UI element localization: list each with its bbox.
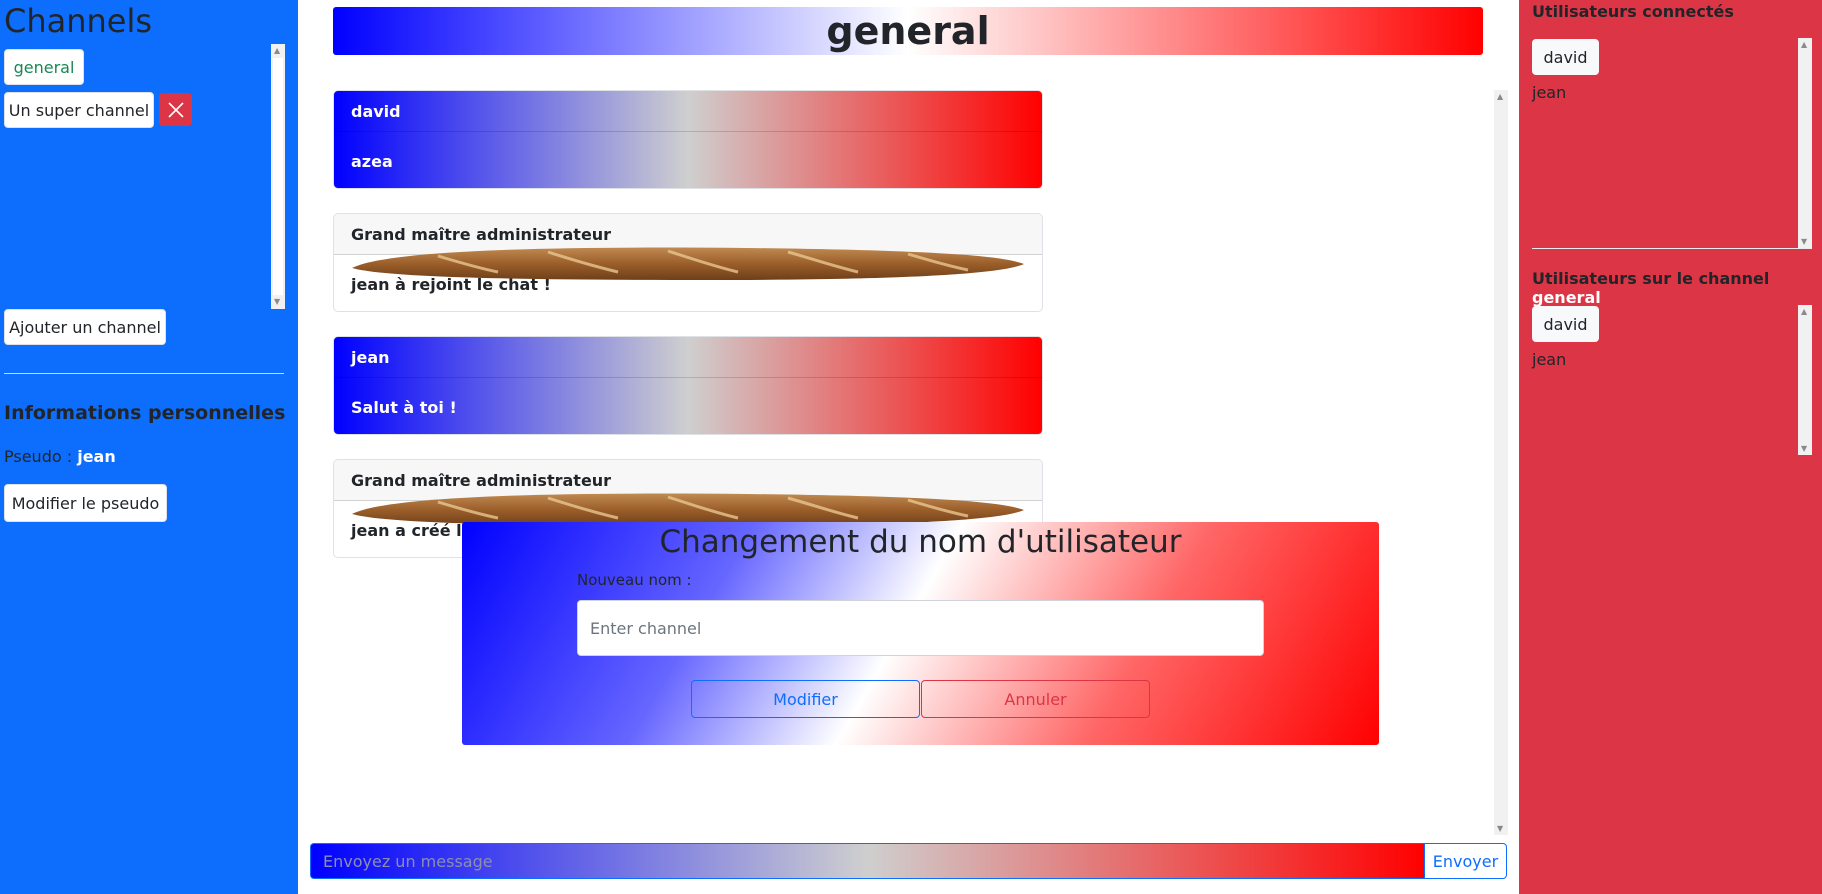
channel-users-scrollbar[interactable]: ▲ ▼: [1798, 305, 1812, 455]
connected-user-item[interactable]: jean: [1532, 83, 1566, 102]
scroll-down-arrow-icon[interactable]: ▼: [1801, 237, 1807, 246]
scroll-up-arrow-icon[interactable]: ▲: [1801, 40, 1807, 49]
message-text: azea: [351, 151, 393, 171]
message-author: jean: [334, 337, 1042, 378]
personal-info-title: Informations personnelles: [4, 402, 286, 424]
users-sidebar: Utilisateurs connectés david jean ▲ ▼ Ut…: [1519, 0, 1822, 894]
cancel-button[interactable]: Annuler: [921, 680, 1150, 718]
channel-user-item[interactable]: jean: [1532, 350, 1566, 369]
channel-user-item[interactable]: david: [1532, 306, 1599, 342]
channel-title-banner: general: [333, 7, 1483, 55]
modify-button[interactable]: Modifier: [691, 680, 920, 718]
scroll-up-arrow-icon[interactable]: ▲: [1801, 307, 1807, 316]
connected-users-scrollbar[interactable]: ▲ ▼: [1798, 38, 1812, 248]
channel-users-title-text: Utilisateurs sur le channel: [1532, 269, 1770, 288]
sidebar-divider: [4, 373, 284, 374]
channel-item-un-super-channel[interactable]: Un super channel: [4, 92, 154, 128]
scrollbar-thumb[interactable]: [273, 58, 283, 295]
close-icon: [167, 101, 184, 118]
message-text: Salut à toi !: [351, 397, 457, 417]
message-input[interactable]: [310, 843, 1424, 879]
pseudo-line: Pseudo : jean: [4, 447, 116, 466]
new-name-input[interactable]: [577, 600, 1264, 656]
send-button[interactable]: Envoyer: [1424, 843, 1507, 879]
delete-channel-button[interactable]: [159, 93, 192, 126]
scroll-down-arrow-icon[interactable]: ▼: [274, 297, 280, 307]
channel-item-general[interactable]: general: [4, 49, 84, 85]
modify-pseudo-button[interactable]: Modifier le pseudo: [4, 484, 167, 522]
scroll-up-arrow-icon[interactable]: ▲: [1497, 92, 1503, 101]
new-name-label: Nouveau nom :: [577, 571, 692, 589]
pseudo-label: Pseudo :: [4, 447, 73, 466]
message-author: david: [334, 91, 1042, 132]
scroll-down-arrow-icon[interactable]: ▼: [1801, 444, 1807, 453]
message-card: jean Salut à toi !: [333, 336, 1043, 435]
channels-title: Channels: [4, 2, 153, 40]
connected-users-list[interactable]: david jean ▲ ▼: [1532, 38, 1812, 248]
modal-title: Changement du nom d'utilisateur: [659, 524, 1182, 560]
channel-users-list[interactable]: david jean ▲ ▼: [1532, 305, 1812, 455]
message-card: Grand maître administrateur jean à rejoi…: [333, 213, 1043, 312]
scroll-up-arrow-icon[interactable]: ▲: [274, 46, 280, 56]
users-divider: [1532, 248, 1812, 249]
baguette-icon: [352, 247, 1024, 280]
connected-users-title: Utilisateurs connectés: [1532, 2, 1734, 21]
channel-list-scrollbar[interactable]: ▲ ▼: [271, 44, 285, 309]
pseudo-value: jean: [77, 447, 116, 466]
message-list-scrollbar[interactable]: ▲ ▼: [1494, 90, 1508, 835]
scroll-down-arrow-icon[interactable]: ▼: [1497, 824, 1503, 833]
add-channel-button[interactable]: Ajouter un channel: [4, 309, 166, 345]
channels-sidebar: Channels ▲ ▼ general Un super channel Aj…: [0, 0, 298, 894]
channel-users-title: Utilisateurs sur le channel general: [1532, 269, 1822, 307]
connected-user-item[interactable]: david: [1532, 39, 1599, 75]
message-card: david azea: [333, 90, 1043, 189]
rename-user-modal: Changement du nom d'utilisateur Nouveau …: [462, 522, 1379, 745]
